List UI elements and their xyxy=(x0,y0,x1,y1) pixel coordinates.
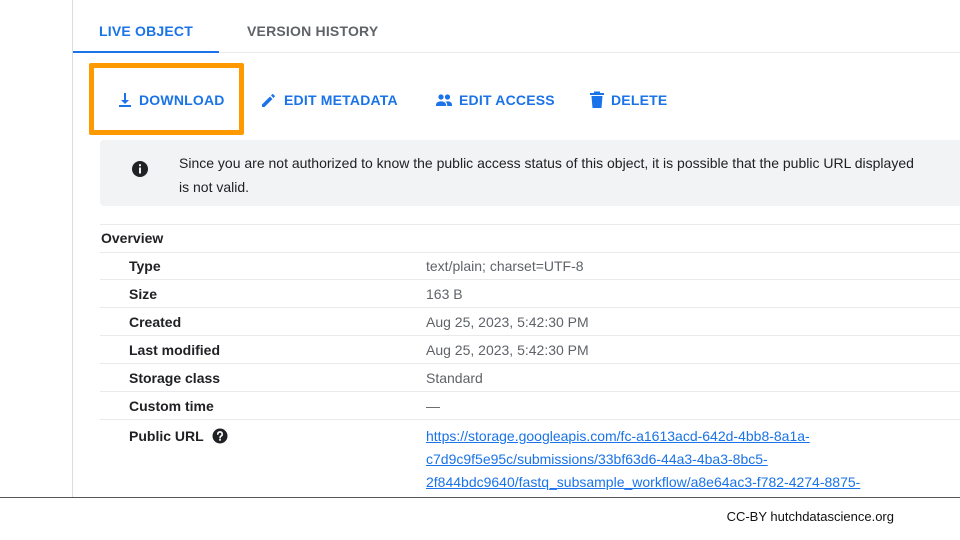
people-icon xyxy=(436,94,452,106)
license-credit: CC-BY hutchdatascience.org xyxy=(726,509,894,524)
public-url-line-1[interactable]: https://storage.googleapis.com/fc-a1613a… xyxy=(426,425,860,448)
overview-heading: Overview xyxy=(101,230,164,246)
table-row-storage-class: Storage class Standard xyxy=(100,364,960,392)
delete-label: DELETE xyxy=(611,92,668,108)
cloud-storage-object-details: LIVE OBJECT VERSION HISTORY DOWNLOAD EDI… xyxy=(0,0,960,497)
sidebar-divider xyxy=(72,0,73,497)
edit-metadata-button[interactable]: EDIT METADATA xyxy=(260,88,398,112)
edit-access-label: EDIT ACCESS xyxy=(459,92,555,108)
alert-line-1: Since you are not authorized to know the… xyxy=(179,155,914,171)
tab-bar: LIVE OBJECT VERSION HISTORY xyxy=(73,0,960,53)
section-divider xyxy=(100,224,960,225)
alert-message: Since you are not authorized to know the… xyxy=(179,151,960,199)
row-value: Standard xyxy=(426,370,483,386)
alert-line-2: is not valid. xyxy=(179,179,250,195)
row-value: — xyxy=(426,398,440,414)
row-key: Custom time xyxy=(129,398,214,414)
row-key: Size xyxy=(129,286,158,302)
public-url-line-3[interactable]: 2f844bdc9640/fastq_subsample_workflow/a8… xyxy=(426,471,860,494)
row-key: Created xyxy=(129,314,182,330)
help-circle-icon[interactable] xyxy=(212,428,228,444)
table-row-size: Size 163 B xyxy=(100,280,960,308)
table-row-custom-time: Custom time — xyxy=(100,392,960,420)
row-key: Storage class xyxy=(129,370,221,386)
row-key: Public URL xyxy=(129,428,228,444)
delete-button[interactable]: DELETE xyxy=(589,88,667,112)
row-value: text/plain; charset=UTF-8 xyxy=(426,258,584,274)
public-url-label: Public URL xyxy=(129,428,204,444)
access-warning-alert: Since you are not authorized to know the… xyxy=(100,140,960,206)
tab-live-object[interactable]: LIVE OBJECT xyxy=(73,0,219,53)
footer-divider xyxy=(0,497,960,498)
row-value: Aug 25, 2023, 5:42:30 PM xyxy=(426,314,589,330)
table-row-type: Type text/plain; charset=UTF-8 xyxy=(100,252,960,280)
public-url-link[interactable]: https://storage.googleapis.com/fc-a1613a… xyxy=(426,425,860,494)
row-key: Type xyxy=(129,258,161,274)
edit-metadata-label: EDIT METADATA xyxy=(284,92,398,108)
download-icon xyxy=(119,93,131,107)
row-key: Last modified xyxy=(129,342,221,358)
info-icon xyxy=(132,161,148,177)
pencil-icon xyxy=(262,94,275,107)
download-label: DOWNLOAD xyxy=(139,92,225,108)
table-row-last-modified: Last modified Aug 25, 2023, 5:42:30 PM xyxy=(100,336,960,364)
row-value: 163 B xyxy=(426,286,463,302)
download-button[interactable]: DOWNLOAD xyxy=(117,88,225,112)
tab-version-history[interactable]: VERSION HISTORY xyxy=(247,0,378,52)
edit-access-button[interactable]: EDIT ACCESS xyxy=(435,88,555,112)
trash-icon xyxy=(590,91,604,108)
public-url-line-2[interactable]: c7d9c9f5e95c/submissions/33bf63d6-44a3-4… xyxy=(426,448,860,471)
table-row-created: Created Aug 25, 2023, 5:42:30 PM xyxy=(100,308,960,336)
row-value: Aug 25, 2023, 5:42:30 PM xyxy=(426,342,589,358)
